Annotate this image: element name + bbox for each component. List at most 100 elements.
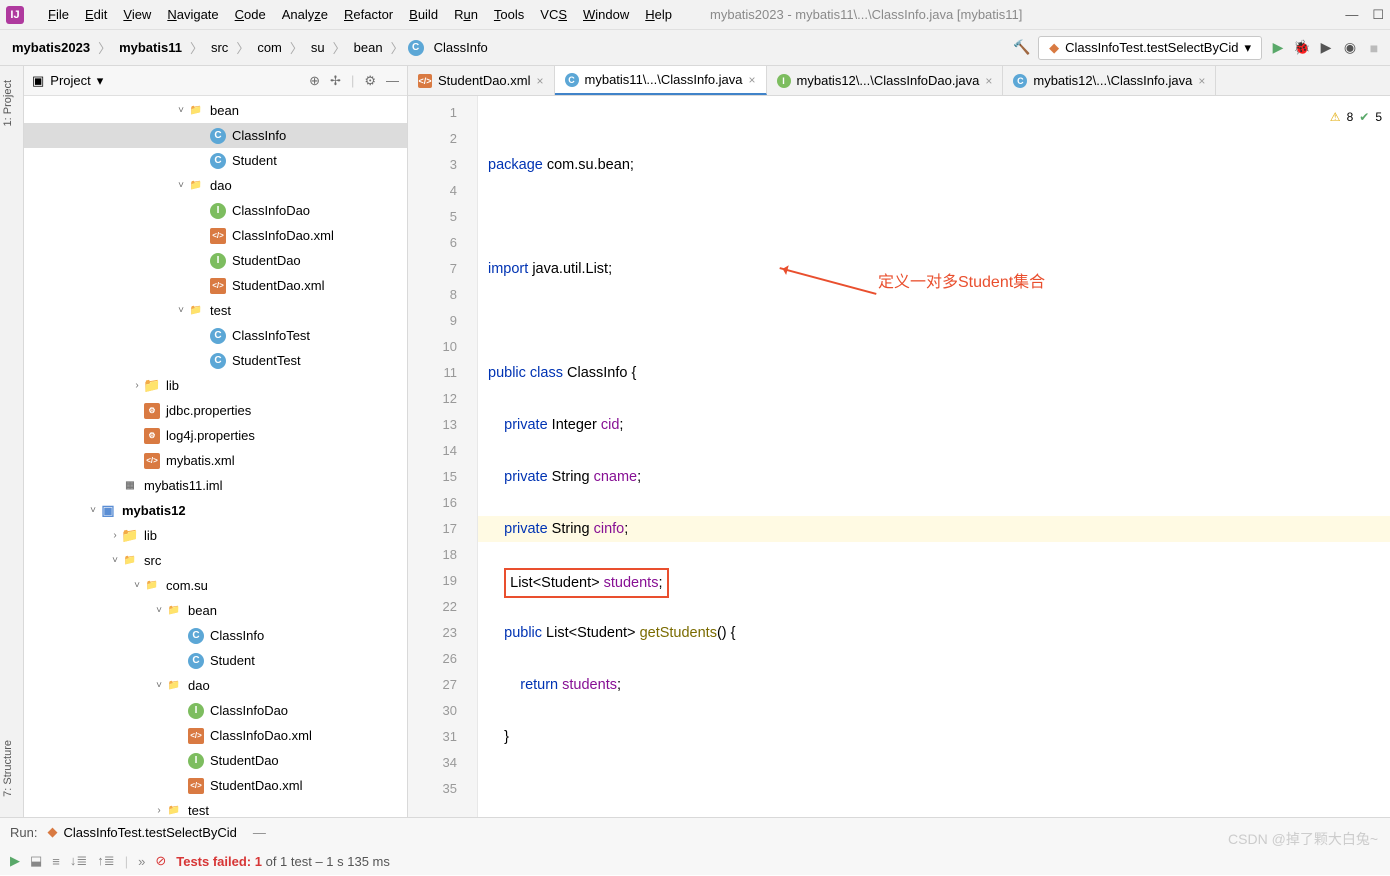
menu-navigate[interactable]: Navigate (159, 7, 226, 22)
tree-node-test[interactable]: ˅📁test (24, 298, 407, 323)
chevron-icon[interactable]: ˅ (130, 580, 144, 591)
tree-node-StudentDao-xml[interactable]: </>StudentDao.xml (24, 273, 407, 298)
chevron-icon[interactable]: › (130, 380, 144, 391)
stop-icon[interactable]: ■ (1366, 40, 1382, 56)
tree-node-src[interactable]: ˅📁src (24, 548, 407, 573)
locate-icon[interactable]: ⊕ (309, 73, 320, 89)
chevron-icon[interactable]: › (108, 530, 122, 541)
chevron-icon[interactable]: ˅ (152, 680, 166, 691)
close-icon[interactable]: × (1198, 74, 1205, 88)
menu-code[interactable]: Code (227, 7, 274, 22)
tree-node-StudentDao[interactable]: IStudentDao (24, 748, 407, 773)
chevron-icon[interactable]: ˅ (174, 105, 188, 116)
menu-run[interactable]: Run (446, 7, 486, 22)
tree-node-Student[interactable]: CStudent (24, 148, 407, 173)
chevron-down-icon[interactable]: ▾ (97, 73, 104, 89)
tree-node-ClassInfoDao[interactable]: IClassInfoDao (24, 198, 407, 223)
menu-edit[interactable]: Edit (77, 7, 115, 22)
menu-tools[interactable]: Tools (486, 7, 532, 22)
tree-node-StudentDao[interactable]: IStudentDao (24, 248, 407, 273)
tree-node-StudentDao-xml[interactable]: </>StudentDao.xml (24, 773, 407, 798)
rerun-icon[interactable]: ▶ (10, 853, 20, 869)
tree-node-ClassInfoDao-xml[interactable]: </>ClassInfoDao.xml (24, 723, 407, 748)
menu-refactor[interactable]: Refactor (336, 7, 401, 22)
editor-tab[interactable]: Imybatis12\...\ClassInfoDao.java× (767, 66, 1004, 95)
menu-vcs[interactable]: VCS (532, 7, 575, 22)
debug-icon[interactable]: 🐞 (1294, 40, 1310, 56)
tree-node-ClassInfoTest[interactable]: CClassInfoTest (24, 323, 407, 348)
code-area[interactable]: 1234567891011121314151617181922232627303… (408, 96, 1390, 817)
run-icon[interactable]: ▶ (1270, 40, 1286, 56)
tree-node-test[interactable]: ›📁test (24, 798, 407, 817)
menu-window[interactable]: Window (575, 7, 637, 22)
close-icon[interactable]: × (749, 73, 756, 87)
coverage-icon[interactable]: ▶ (1318, 40, 1334, 56)
code-content[interactable]: package com.su.bean; import java.util.Li… (478, 96, 1390, 817)
bc-root[interactable]: mybatis2023 (8, 40, 94, 55)
bc-bean[interactable]: bean (350, 40, 387, 55)
chevron-icon[interactable]: ˅ (152, 605, 166, 616)
tree-node-ClassInfoDao-xml[interactable]: </>ClassInfoDao.xml (24, 223, 407, 248)
tree-node-dao[interactable]: ˅📁dao (24, 673, 407, 698)
expand-icon[interactable]: ✢ (330, 73, 341, 89)
chevron-icon[interactable]: ˅ (86, 505, 100, 516)
tree-node-ClassInfoDao[interactable]: IClassInfoDao (24, 698, 407, 723)
maximize-icon[interactable]: ☐ (1372, 7, 1384, 23)
bc-su[interactable]: su (307, 40, 329, 55)
profile-icon[interactable]: ◉ (1342, 40, 1358, 56)
side-tab-structure[interactable]: 7: Structure (0, 730, 23, 807)
build-icon[interactable]: 🔨 (1014, 40, 1030, 56)
bc-class[interactable]: ClassInfo (430, 40, 492, 55)
chevron-icon[interactable]: › (152, 805, 166, 816)
menu-help[interactable]: Help (637, 7, 680, 22)
menu-analyze[interactable]: Analyze (274, 7, 336, 22)
run-test[interactable]: ◆ ClassInfoTest.testSelectByCid (47, 824, 236, 840)
editor-tab[interactable]: </>StudentDao.xml× (408, 66, 555, 95)
tree-node-dao[interactable]: ˅📁dao (24, 173, 407, 198)
minimize-icon[interactable]: — (1345, 7, 1358, 23)
tree-node-jdbc-properties[interactable]: ⚙jdbc.properties (24, 398, 407, 423)
app-icon: IJ (6, 6, 24, 24)
warning-icon[interactable]: ⚠ (1330, 104, 1341, 130)
tree-node-bean[interactable]: ˅📁bean (24, 98, 407, 123)
chevron-icon[interactable]: ˅ (108, 555, 122, 566)
tree-icon[interactable]: ≡ (52, 854, 60, 869)
menu-view[interactable]: View (115, 7, 159, 22)
export-icon[interactable]: » (138, 854, 145, 869)
tree-node-StudentTest[interactable]: CStudentTest (24, 348, 407, 373)
class-icon: C (408, 40, 424, 56)
toggle-icon[interactable]: ⬓ (30, 853, 42, 869)
filter-icon[interactable]: ↓≣ (70, 853, 87, 869)
bc-module[interactable]: mybatis11 (115, 40, 186, 55)
bc-src[interactable]: src (207, 40, 232, 55)
run-config-selector[interactable]: ◆ ClassInfoTest.testSelectByCid ▾ (1038, 36, 1262, 60)
menu-build[interactable]: Build (401, 7, 446, 22)
tree-node-ClassInfo[interactable]: CClassInfo (24, 623, 407, 648)
collapse-icon[interactable]: — (386, 73, 399, 89)
bc-com[interactable]: com (253, 40, 286, 55)
tree-node-bean[interactable]: ˅📁bean (24, 598, 407, 623)
editor-tab[interactable]: Cmybatis12\...\ClassInfo.java× (1003, 66, 1216, 95)
tree-node-mybatis11-iml[interactable]: ▦mybatis11.iml (24, 473, 407, 498)
gear-icon[interactable]: ⚙ (364, 73, 376, 89)
side-tab-project[interactable]: 1: Project (0, 70, 23, 136)
sort-icon[interactable]: ↑≣ (97, 853, 114, 869)
close-icon[interactable]: × (985, 74, 992, 88)
pin-icon[interactable]: — (253, 825, 266, 840)
project-tree[interactable]: ˅📁beanCClassInfoCStudent˅📁daoIClassInfoD… (24, 96, 407, 817)
chevron-icon[interactable]: ˅ (174, 305, 188, 316)
editor-tab[interactable]: Cmybatis11\...\ClassInfo.java× (555, 66, 767, 95)
close-icon[interactable]: × (537, 74, 544, 88)
tree-node-lib[interactable]: ›📁lib (24, 373, 407, 398)
tree-node-mybatis12[interactable]: ˅▣mybatis12 (24, 498, 407, 523)
tree-node-lib[interactable]: ›📁lib (24, 523, 407, 548)
tree-node-ClassInfo[interactable]: CClassInfo (24, 123, 407, 148)
menu-file[interactable]: File (40, 7, 77, 22)
tree-node-Student[interactable]: CStudent (24, 648, 407, 673)
folder-src-icon: 📁 (122, 553, 138, 569)
ok-icon[interactable]: ✔ (1359, 104, 1369, 130)
tree-node-mybatis-xml[interactable]: </>mybatis.xml (24, 448, 407, 473)
tree-node-log4j-properties[interactable]: ⚙log4j.properties (24, 423, 407, 448)
chevron-icon[interactable]: ˅ (174, 180, 188, 191)
tree-node-com-su[interactable]: ˅📁com.su (24, 573, 407, 598)
